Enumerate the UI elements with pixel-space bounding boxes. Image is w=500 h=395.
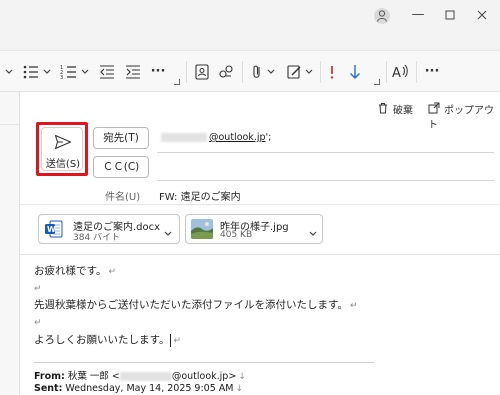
- address-book-icon[interactable]: [194, 63, 210, 81]
- account-avatar-icon[interactable]: [374, 8, 390, 24]
- attachment-card[interactable]: 昨年の様子.jpg 405 KB: [185, 214, 323, 244]
- dialog-launcher-icon[interactable]: [174, 79, 180, 85]
- line-break-mark: ↓: [238, 372, 246, 382]
- from-value: 秋葉 一郎 <: [64, 371, 120, 382]
- send-icon: [54, 134, 72, 150]
- chevron-down-icon[interactable]: [42, 63, 52, 81]
- compose-pane: 破棄 ポップアウト 送信(S) 宛先(T) @outlook.jp'; ＣＣ(C…: [20, 92, 500, 395]
- forward-sent-line: Sent: Wednesday, May 14, 2025 9:05 AM ↓: [34, 383, 243, 394]
- separator: [416, 61, 417, 83]
- decrease-indent-icon[interactable]: [98, 63, 116, 81]
- svg-text:3: 3: [60, 75, 63, 81]
- separator: [242, 61, 243, 83]
- to-email: @outlook.jp: [209, 132, 266, 143]
- send-highlight-box: 送信(S): [36, 122, 88, 176]
- sent-label: Sent:: [34, 383, 63, 394]
- from-label: From:: [34, 371, 65, 382]
- discard-label: 破棄: [393, 105, 413, 117]
- chevron-down-icon[interactable]: [304, 63, 314, 81]
- ribbon-toolbar: 123 ··· A ···: [0, 50, 500, 92]
- body-text: 先週秋葉様からご送付いただいた添付ファイルを添付いたします。: [34, 299, 348, 311]
- cc-input[interactable]: [157, 156, 494, 178]
- body-line: ↵: [34, 316, 42, 328]
- left-pane-strip: [0, 92, 20, 395]
- title-bar: —: [0, 0, 500, 30]
- minimize-icon[interactable]: —: [408, 6, 428, 24]
- cc-button[interactable]: ＣＣ(C): [93, 156, 149, 178]
- separator: [20, 254, 500, 255]
- increase-indent-icon[interactable]: [124, 63, 142, 81]
- return-mark: ↵: [349, 301, 358, 311]
- separator: [0, 124, 20, 125]
- send-button[interactable]: 送信(S): [41, 127, 83, 171]
- chevron-down-icon[interactable]: [266, 63, 276, 81]
- attachment-size: 405 KB: [220, 230, 253, 240]
- more-icon[interactable]: ···: [148, 63, 168, 81]
- separator: [186, 61, 187, 83]
- dictate-icon[interactable]: A: [392, 63, 410, 81]
- check-names-icon[interactable]: [218, 63, 234, 81]
- send-label: 送信(S): [45, 159, 81, 170]
- return-mark: ↵: [34, 284, 42, 294]
- chevron-down-icon[interactable]: [163, 224, 173, 243]
- svg-text:A: A: [392, 66, 401, 81]
- forward-divider: [34, 362, 374, 363]
- redacted-address: [119, 372, 172, 381]
- separator: [20, 204, 500, 205]
- chevron-down-icon[interactable]: [80, 63, 90, 81]
- cc-field-underline: [157, 180, 494, 181]
- chevron-down-icon[interactable]: [4, 63, 14, 81]
- line-break-mark: ↓: [235, 384, 244, 394]
- sent-value: Wednesday, May 14, 2025 9:05 AM: [62, 383, 234, 394]
- attachment-card[interactable]: W 遠足のご案内.docx 384 バイト: [38, 214, 180, 244]
- signature-icon[interactable]: [286, 63, 302, 81]
- low-importance-icon[interactable]: [348, 63, 362, 81]
- body-line: よろしくお願いいたします。 ↵: [34, 332, 181, 347]
- separator: [386, 61, 387, 83]
- to-field-underline: [157, 152, 494, 153]
- body-line: お疲れ様です。 ↵: [34, 263, 116, 278]
- discard-button[interactable]: 破棄: [378, 102, 413, 119]
- word-icon: W: [45, 220, 63, 238]
- subject-label: 件名(U): [105, 192, 141, 203]
- body-line: 先週秋葉様からご送付いただいた添付ファイルを添付いたします。 ↵: [34, 297, 358, 312]
- body-text: お疲れ様です。: [34, 265, 107, 277]
- bullet-list-icon[interactable]: [22, 63, 40, 81]
- high-importance-icon[interactable]: [326, 63, 338, 81]
- dialog-launcher-icon[interactable]: [374, 79, 380, 85]
- svg-text:W: W: [47, 225, 56, 234]
- trash-icon: [378, 102, 388, 119]
- redacted-address: [161, 133, 207, 142]
- body-line: ↵: [34, 282, 42, 294]
- to-button[interactable]: 宛先(T): [93, 127, 149, 149]
- separator: [320, 61, 321, 83]
- maximize-icon[interactable]: [440, 6, 460, 24]
- popout-button[interactable]: ポップアウト: [428, 102, 500, 131]
- attach-file-icon[interactable]: [250, 63, 264, 81]
- image-thumbnail: [191, 219, 213, 239]
- more-options-icon[interactable]: ···: [422, 63, 442, 81]
- to-recipient[interactable]: @outlook.jp';: [161, 131, 271, 145]
- attachment-size: 384 バイト: [73, 233, 121, 243]
- to-suffix: ';: [265, 132, 272, 143]
- from-value-suffix: @outlook.jp>: [171, 371, 237, 382]
- close-icon[interactable]: [472, 6, 492, 24]
- popout-icon: [428, 102, 440, 119]
- subject-input[interactable]: FW: 遠足のご案内: [159, 188, 241, 203]
- return-mark: ↵: [173, 336, 181, 346]
- body-text: よろしくお願いいたします。: [34, 334, 170, 346]
- text-caret: [170, 333, 172, 347]
- forward-from-line: From: 秋葉 一郎 < @outlook.jp> ↓: [34, 368, 246, 382]
- return-mark: ↵: [108, 267, 116, 277]
- return-mark: ↵: [34, 318, 42, 328]
- numbered-list-icon[interactable]: 123: [60, 63, 78, 81]
- chevron-down-icon[interactable]: [308, 224, 318, 243]
